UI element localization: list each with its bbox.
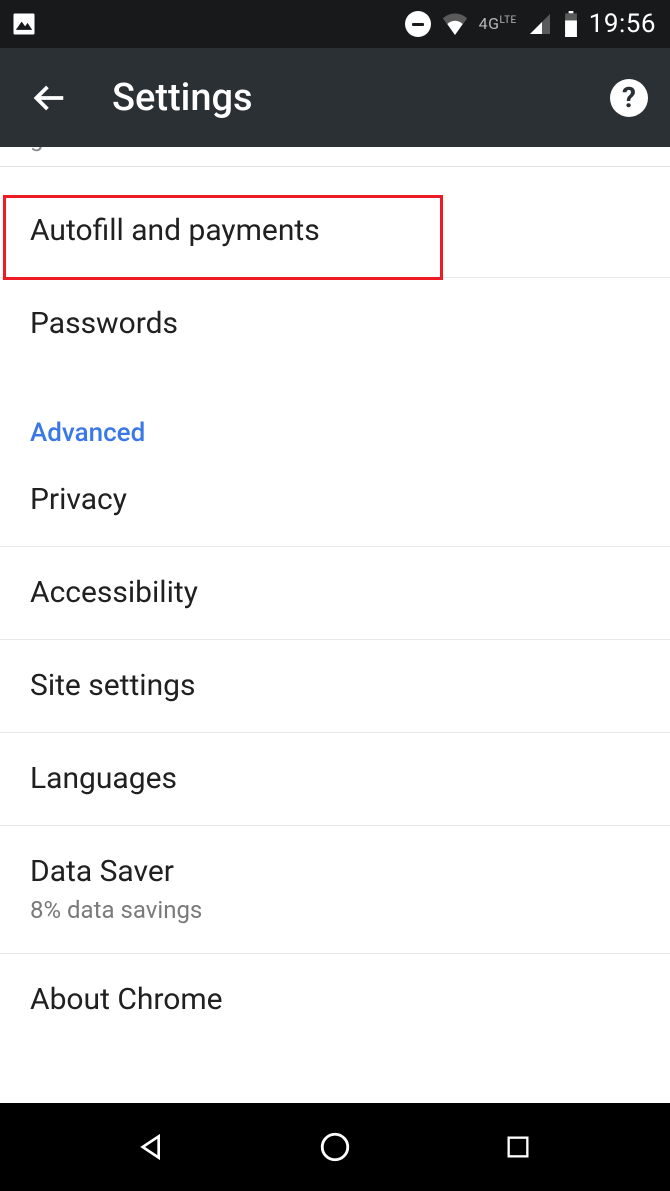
- settings-item-autofill[interactable]: Autofill and payments: [0, 185, 670, 278]
- settings-item-site-settings[interactable]: Site settings: [0, 640, 670, 733]
- navigation-bar: [0, 1103, 670, 1191]
- page-title: Settings: [112, 76, 253, 120]
- section-header-advanced: Advanced: [0, 370, 670, 454]
- network-type-label: 4GLTE: [479, 16, 517, 32]
- status-bar: 4GLTE 19:56: [0, 0, 670, 48]
- settings-item-label: Privacy: [30, 482, 640, 518]
- back-button[interactable]: [30, 79, 68, 117]
- settings-item-label: Site settings: [30, 668, 640, 704]
- settings-item-label: Passwords: [30, 306, 640, 342]
- settings-item-accessibility[interactable]: Accessibility: [0, 547, 670, 640]
- do-not-disturb-icon: [405, 11, 431, 37]
- settings-list[interactable]: g Autofill and payments Passwords Advanc…: [0, 147, 670, 1103]
- settings-item-privacy[interactable]: Privacy: [0, 454, 670, 547]
- app-bar: Settings ?: [0, 48, 670, 147]
- nav-back-button[interactable]: [132, 1127, 172, 1167]
- wifi-icon: [441, 13, 469, 35]
- settings-item-label: Languages: [30, 761, 640, 797]
- battery-icon: [563, 11, 579, 37]
- status-clock: 19:56: [589, 9, 656, 39]
- settings-item-data-saver[interactable]: Data Saver 8% data savings: [0, 826, 670, 954]
- image-notification-icon: [10, 10, 38, 38]
- settings-item-label: Accessibility: [30, 575, 640, 611]
- nav-home-button[interactable]: [315, 1127, 355, 1167]
- settings-item-about-chrome[interactable]: About Chrome: [0, 954, 670, 1046]
- cell-signal-icon: [527, 12, 553, 36]
- settings-item-sublabel: 8% data savings: [30, 896, 640, 925]
- settings-item-passwords[interactable]: Passwords: [0, 278, 670, 370]
- settings-item-label: Data Saver: [30, 854, 640, 890]
- nav-recent-button[interactable]: [498, 1127, 538, 1167]
- settings-item-languages[interactable]: Languages: [0, 733, 670, 826]
- settings-item-label: About Chrome: [30, 982, 640, 1018]
- settings-item-label: Autofill and payments: [30, 213, 640, 249]
- scroll-fragment: g: [0, 147, 670, 167]
- help-button[interactable]: ?: [610, 79, 648, 117]
- help-icon: ?: [622, 81, 636, 114]
